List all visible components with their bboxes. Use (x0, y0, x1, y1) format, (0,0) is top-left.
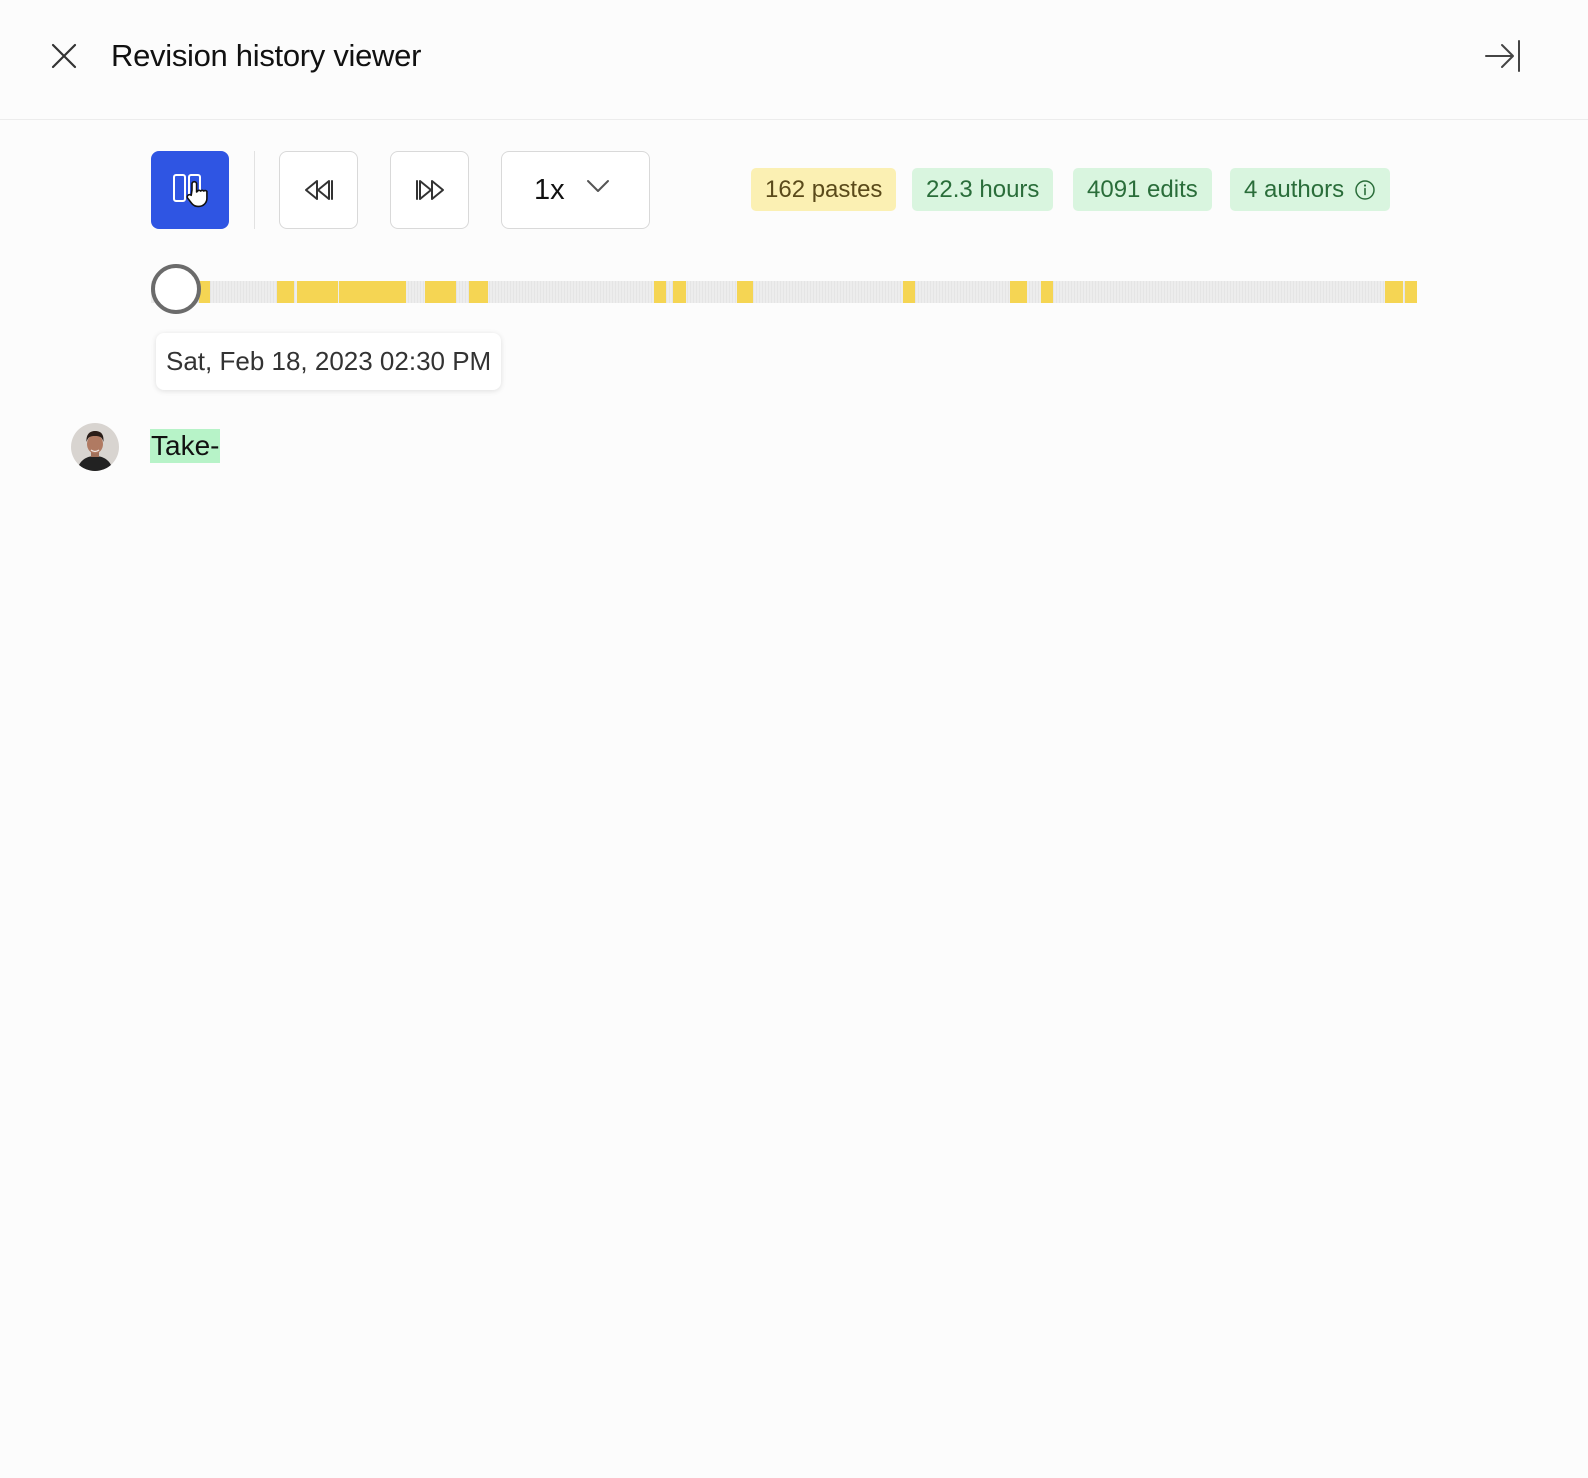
rewind-icon (304, 180, 333, 200)
pause-icon (173, 174, 208, 208)
paste-marker (673, 281, 686, 303)
paste-marker (654, 281, 666, 303)
rewind-button[interactable] (279, 151, 358, 229)
paste-marker (737, 281, 753, 303)
collapse-panel-button[interactable] (1478, 34, 1526, 78)
play-pause-button[interactable] (151, 151, 229, 229)
timeline-scrubber-handle[interactable] (151, 264, 201, 314)
paste-marker (425, 281, 456, 303)
paste-marker (277, 281, 294, 303)
paste-marker (1041, 281, 1053, 303)
fast-forward-icon (415, 180, 444, 200)
playback-speed-select[interactable]: 1x (501, 151, 650, 229)
paste-marker (1405, 281, 1417, 303)
revision-timeline[interactable] (151, 281, 1417, 303)
hours-count-badge: 22.3 hours (912, 168, 1054, 211)
close-icon (51, 43, 77, 69)
playback-speed-value: 1x (534, 174, 565, 206)
paste-marker (903, 281, 915, 303)
collapse-right-icon (1485, 40, 1520, 72)
page-title: Revision history viewer (111, 38, 422, 73)
paste-marker (1385, 281, 1403, 303)
paste-marker (297, 281, 338, 303)
info-icon[interactable] (1354, 179, 1376, 201)
authors-count-badge[interactable]: 4 authors (1230, 168, 1391, 211)
hand-pointer-icon (186, 180, 208, 208)
pastes-count-badge: 162 pastes (751, 168, 897, 211)
paste-marker (339, 281, 406, 303)
timestamp-tooltip: Sat, Feb 18, 2023 02:30 PM (156, 333, 502, 390)
fast-forward-button[interactable] (390, 151, 469, 229)
edits-count-badge: 4091 edits (1073, 168, 1212, 211)
toolbar-divider (254, 151, 255, 229)
header-bar: Revision history viewer (0, 0, 1588, 120)
avatar (71, 423, 119, 471)
playback-toolbar: 1x 162 pastes 22.3 hours 4091 edits 4 au… (0, 120, 1588, 240)
paste-marker (1010, 281, 1027, 303)
authors-count-label: 4 authors (1244, 176, 1345, 203)
chevron-down-icon (587, 180, 609, 192)
paste-marker (469, 281, 488, 303)
close-button[interactable] (44, 36, 84, 76)
document-text: Take- (150, 429, 221, 463)
